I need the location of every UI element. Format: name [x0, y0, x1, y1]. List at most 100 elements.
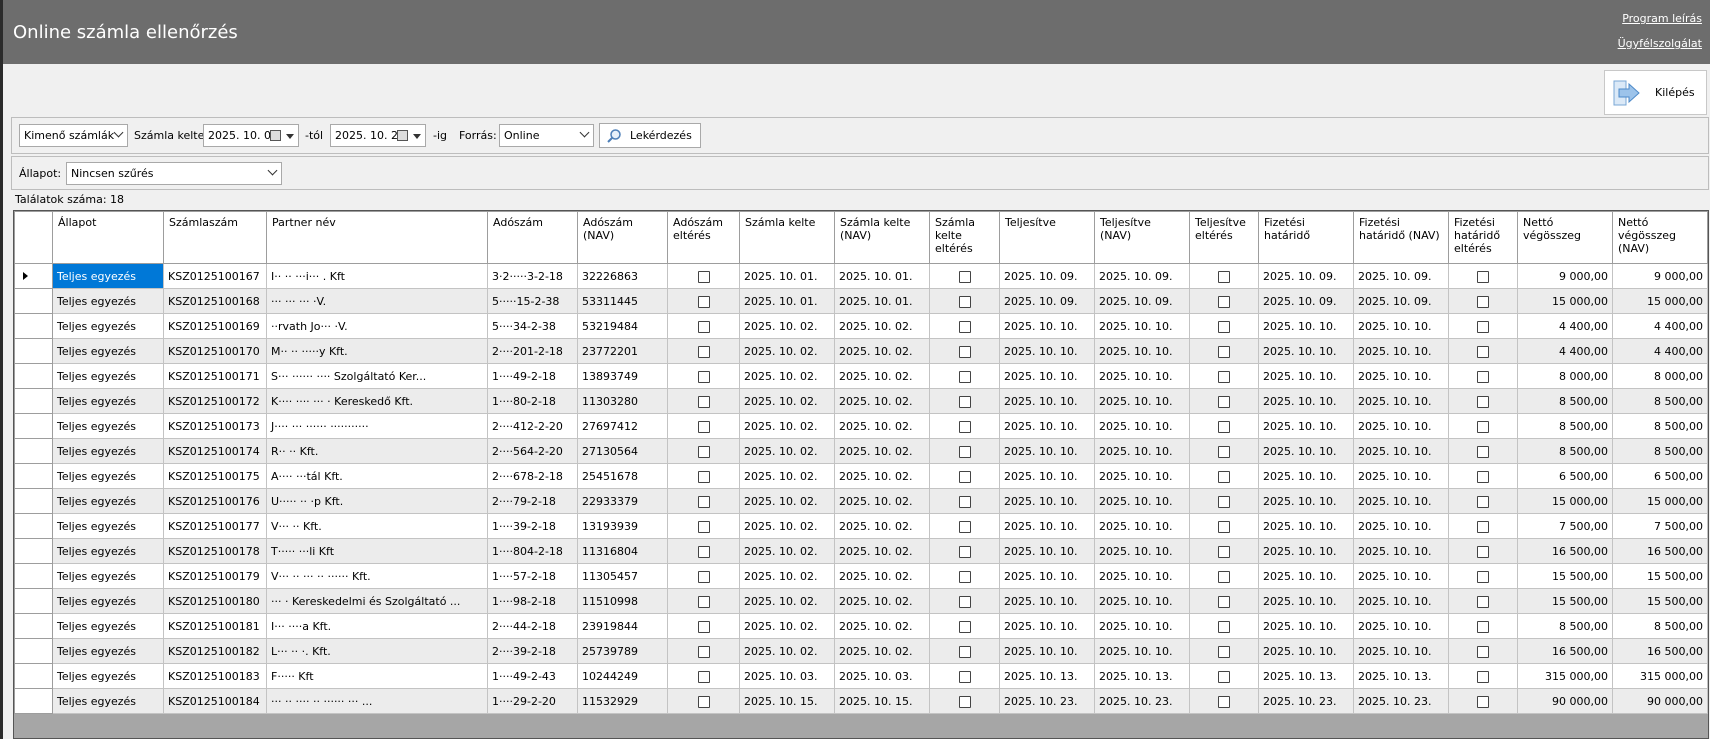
mismatch-checkbox[interactable]	[1218, 495, 1230, 508]
row-header[interactable]	[14, 663, 53, 689]
table-cell[interactable]: 2025. 10. 10.	[999, 463, 1095, 489]
mismatch-checkbox[interactable]	[697, 570, 710, 583]
table-cell[interactable]: 2025. 10. 10.	[1258, 563, 1354, 589]
table-cell[interactable]: ··· ·· ···· ·· ······ ··· ...	[266, 688, 488, 714]
table-cell[interactable]: 6 500,00	[1517, 463, 1613, 489]
table-row[interactable]: Teljes egyezés KSZ0125100173 J···· ··· ···…	[14, 413, 1708, 439]
mismatch-checkbox[interactable]	[958, 570, 971, 583]
table-cell[interactable]: 2025. 10. 10.	[1258, 613, 1354, 639]
table-row[interactable]: Teljes egyezés KSZ0125100167 I·· ·· ···i··…	[14, 263, 1708, 289]
table-cell[interactable]: KSZ0125100182	[163, 638, 267, 664]
table-cell[interactable]: A···· ···tál Kft.	[266, 463, 488, 489]
row-header[interactable]	[14, 688, 53, 714]
table-cell[interactable]: 90 000,00	[1612, 688, 1708, 714]
table-cell[interactable]: 11303280	[577, 388, 668, 414]
mismatch-checkbox[interactable]	[958, 545, 971, 558]
mismatch-checkbox[interactable]	[1477, 345, 1489, 358]
table-cell[interactable]: 2025. 10. 02.	[739, 538, 835, 564]
mismatch-checkbox[interactable]	[1477, 445, 1489, 458]
table-cell[interactable]: 8 500,00	[1612, 388, 1708, 414]
table-cell[interactable]: 2025. 10. 13.	[1353, 663, 1449, 689]
mismatch-checkbox[interactable]	[697, 695, 710, 708]
table-cell[interactable]: 2025. 10. 02.	[739, 413, 835, 439]
column-header[interactable]: Partner név	[266, 211, 488, 264]
table-cell[interactable]: 11510998	[577, 588, 668, 614]
table-cell[interactable]: 13893749	[577, 363, 668, 389]
column-header[interactable]: Számla kelte (NAV)	[834, 211, 930, 264]
table-cell[interactable]: 7 500,00	[1612, 513, 1708, 539]
table-cell[interactable]: 2····79-2-18	[487, 488, 578, 514]
table-cell[interactable]: V··· ·· Kft.	[266, 513, 488, 539]
row-header[interactable]	[14, 263, 53, 289]
row-header[interactable]	[14, 588, 53, 614]
table-cell[interactable]: 2025. 10. 10.	[1094, 338, 1190, 364]
mismatch-checkbox[interactable]	[1218, 370, 1230, 383]
mismatch-checkbox[interactable]	[1477, 295, 1489, 308]
table-cell[interactable]: 2025. 10. 10.	[1094, 363, 1190, 389]
table-cell[interactable]: 6 500,00	[1612, 463, 1708, 489]
table-cell[interactable]: 4 400,00	[1517, 338, 1613, 364]
table-cell[interactable]: 2025. 10. 01.	[834, 288, 930, 314]
table-cell[interactable]: 2025. 10. 10.	[1353, 488, 1449, 514]
table-cell[interactable]: 32226863	[577, 263, 668, 289]
mismatch-checkbox[interactable]	[1218, 545, 1230, 558]
table-row[interactable]: Teljes egyezés KSZ0125100172 K···· ···· ··…	[14, 388, 1708, 414]
table-cell[interactable]: 2025. 10. 10.	[999, 438, 1095, 464]
mismatch-checkbox[interactable]	[1218, 320, 1230, 333]
table-cell[interactable]: KSZ0125100179	[163, 563, 267, 589]
table-cell[interactable]: V··· ·· ··· ·· ······ Kft.	[266, 563, 488, 589]
table-cell[interactable]: 2025. 10. 10.	[999, 563, 1095, 589]
table-cell[interactable]: 1····804-2-18	[487, 538, 578, 564]
mismatch-checkbox[interactable]	[1218, 470, 1230, 483]
table-cell[interactable]: 2025. 10. 10.	[1353, 463, 1449, 489]
table-cell[interactable]: 2025. 10. 10.	[999, 538, 1095, 564]
table-cell[interactable]: 315 000,00	[1517, 663, 1613, 689]
table-cell[interactable]: KSZ0125100168	[163, 288, 267, 314]
table-cell[interactable]: 2025. 10. 10.	[1258, 463, 1354, 489]
table-cell[interactable]: 2025. 10. 01.	[834, 263, 930, 289]
table-cell[interactable]: 2025. 10. 10.	[999, 513, 1095, 539]
table-cell[interactable]: 2025. 10. 23.	[1094, 688, 1190, 714]
date-to-picker[interactable]: 2025. 10. 25.	[330, 124, 426, 147]
table-cell[interactable]: Teljes egyezés	[52, 363, 164, 389]
table-cell[interactable]: KSZ0125100180	[163, 588, 267, 614]
table-cell[interactable]: 2025. 10. 10.	[1094, 488, 1190, 514]
table-cell[interactable]: 2025. 10. 10.	[1258, 413, 1354, 439]
table-cell[interactable]: 1····80-2-18	[487, 388, 578, 414]
mismatch-checkbox[interactable]	[958, 370, 971, 383]
mismatch-checkbox[interactable]	[697, 595, 710, 608]
column-header[interactable]: Fizetési határidő (NAV)	[1353, 211, 1449, 264]
mismatch-checkbox[interactable]	[1477, 520, 1489, 533]
mismatch-checkbox[interactable]	[1218, 520, 1230, 533]
table-cell[interactable]: Teljes egyezés	[52, 338, 164, 364]
table-cell[interactable]: 2025. 10. 02.	[739, 313, 835, 339]
mismatch-checkbox[interactable]	[1477, 495, 1489, 508]
table-cell[interactable]: 15 000,00	[1517, 488, 1613, 514]
table-cell[interactable]: 2····564-2-20	[487, 438, 578, 464]
table-cell[interactable]: 2025. 10. 10.	[1094, 413, 1190, 439]
mismatch-checkbox[interactable]	[1218, 645, 1230, 658]
table-cell[interactable]: 16 500,00	[1517, 638, 1613, 664]
mismatch-checkbox[interactable]	[958, 620, 971, 633]
row-header[interactable]	[14, 413, 53, 439]
table-cell[interactable]: S··· ······ ···· Szolgáltató Ker...	[266, 363, 488, 389]
mismatch-checkbox[interactable]	[1218, 670, 1230, 683]
table-cell[interactable]: KSZ0125100171	[163, 363, 267, 389]
table-cell[interactable]: 2025. 10. 02.	[834, 438, 930, 464]
mismatch-checkbox[interactable]	[1477, 420, 1489, 433]
table-cell[interactable]: 2025. 10. 23.	[1353, 688, 1449, 714]
table-cell[interactable]: 2025. 10. 15.	[739, 688, 835, 714]
table-cell[interactable]: 8 500,00	[1517, 388, 1613, 414]
table-cell[interactable]: 2025. 10. 10.	[1353, 538, 1449, 564]
table-cell[interactable]: 2····39-2-18	[487, 638, 578, 664]
table-cell[interactable]: 11316804	[577, 538, 668, 564]
table-row[interactable]: Teljes egyezés KSZ0125100180 ··· · Kereske…	[14, 588, 1708, 614]
mismatch-checkbox[interactable]	[697, 420, 710, 433]
table-row[interactable]: Teljes egyezés KSZ0125100171 S··· ······ ·…	[14, 363, 1708, 389]
table-cell[interactable]: 2025. 10. 02.	[739, 588, 835, 614]
mismatch-checkbox[interactable]	[697, 670, 710, 683]
mismatch-checkbox[interactable]	[1477, 320, 1489, 333]
table-cell[interactable]: 2025. 10. 10.	[1353, 563, 1449, 589]
table-cell[interactable]: 11532929	[577, 688, 668, 714]
column-header[interactable]: Teljesítve eltérés	[1189, 211, 1259, 264]
